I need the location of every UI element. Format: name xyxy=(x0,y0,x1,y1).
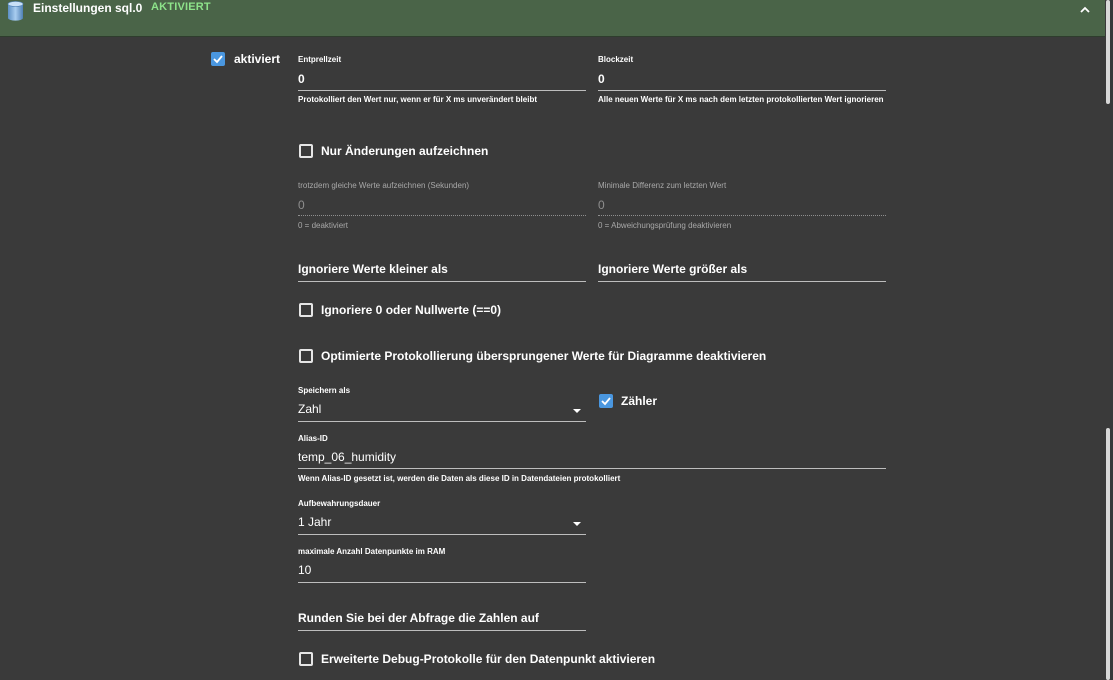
same-values-underline xyxy=(298,215,586,216)
min-diff-input[interactable]: 0 xyxy=(598,198,605,212)
alias-input[interactable]: temp_06_humidity xyxy=(298,450,396,464)
database-icon xyxy=(7,1,24,21)
ignore-zero-label: Ignoriere 0 oder Nullwerte (==0) xyxy=(321,303,502,317)
store-as-select[interactable]: Zahl xyxy=(298,402,321,416)
round-input[interactable]: Runden Sie bei der Abfrage die Zahlen au… xyxy=(298,611,539,625)
alias-helper: Wenn Alias-ID gesetzt ist, werden die Da… xyxy=(298,474,621,483)
counter-checkbox[interactable] xyxy=(599,394,613,408)
same-values-helper: 0 = deaktiviert xyxy=(298,221,349,230)
settings-header[interactable]: Einstellungen sql.0 AKTIVIERT xyxy=(0,0,1105,37)
enabled-label: aktiviert xyxy=(234,52,281,66)
blocktime-label: Blockzeit xyxy=(598,55,634,64)
retention-label: Aufbewahrungsdauer xyxy=(298,499,381,508)
chevron-up-icon[interactable] xyxy=(1075,0,1095,20)
round-underline xyxy=(298,630,586,631)
debounce-underline xyxy=(298,90,586,91)
debounce-helper: Protokolliert den Wert nur, wenn er für … xyxy=(298,95,538,104)
min-diff-helper: 0 = Abweichungsprüfung deaktivieren xyxy=(598,221,732,230)
same-values-input[interactable]: 0 xyxy=(298,198,305,212)
counter-label: Zähler xyxy=(621,394,658,408)
dropdown-arrow-icon[interactable] xyxy=(573,522,581,526)
max-points-label: maximale Anzahl Datenpunkte im RAM xyxy=(298,547,446,556)
dropdown-arrow-icon[interactable] xyxy=(573,409,581,413)
max-points-underline xyxy=(298,582,586,583)
ignore-below-underline xyxy=(298,281,586,282)
max-points-input[interactable]: 10 xyxy=(298,563,311,577)
only-changes-label: Nur Änderungen aufzeichnen xyxy=(321,144,489,158)
disable-skipped-label: Optimierte Protokollierung übersprungene… xyxy=(321,349,767,363)
debug-label: Erweiterte Debug-Protokolle für den Date… xyxy=(321,652,656,666)
alias-label: Alias-ID xyxy=(298,434,328,443)
retention-select[interactable]: 1 Jahr xyxy=(298,515,331,529)
store-as-label: Speichern als xyxy=(298,386,351,395)
min-diff-label: Minimale Differenz zum letzten Wert xyxy=(598,181,727,190)
ignore-below-input[interactable]: Ignoriere Werte kleiner als xyxy=(298,262,448,276)
blocktime-input[interactable]: 0 xyxy=(598,72,605,86)
ignore-above-underline xyxy=(598,281,886,282)
min-diff-underline xyxy=(598,215,886,216)
enabled-checkbox[interactable] xyxy=(211,52,225,66)
scrollbar-thumb-inner[interactable] xyxy=(1106,428,1110,680)
blocktime-underline xyxy=(598,90,886,91)
alias-underline xyxy=(298,468,886,469)
blocktime-helper: Alle neuen Werte für X ms nach dem letzt… xyxy=(598,95,884,104)
scrollbar-thumb-outer[interactable] xyxy=(1106,0,1110,104)
retention-underline xyxy=(298,534,586,535)
check-icon xyxy=(213,55,223,64)
ignore-zero-checkbox[interactable] xyxy=(299,303,313,317)
store-as-underline xyxy=(298,421,586,422)
debug-checkbox[interactable] xyxy=(299,652,313,666)
ignore-above-input[interactable]: Ignoriere Werte größer als xyxy=(598,262,747,276)
status-badge: AKTIVIERT xyxy=(151,1,211,13)
debounce-input[interactable]: 0 xyxy=(298,72,305,86)
disable-skipped-checkbox[interactable] xyxy=(299,349,313,363)
only-changes-checkbox[interactable] xyxy=(299,144,313,158)
header-title: Einstellungen sql.0 xyxy=(33,1,143,15)
same-values-label: trotzdem gleiche Werte aufzeichnen (Seku… xyxy=(298,181,470,190)
check-icon xyxy=(601,397,611,406)
debounce-label: Entprellzeit xyxy=(298,55,342,64)
